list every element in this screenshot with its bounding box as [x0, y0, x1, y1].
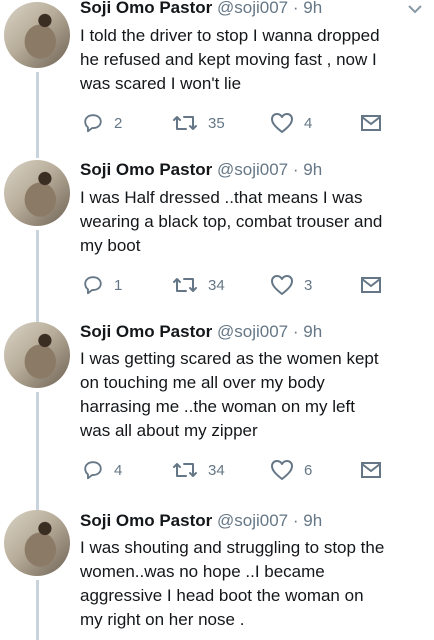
share-mail-icon	[361, 462, 381, 478]
reply-button[interactable]: 1	[82, 273, 122, 297]
retweet-icon	[173, 463, 197, 477]
tweet-text-line: I was Half dressed ..that means I was	[80, 188, 363, 207]
heart-icon	[271, 275, 293, 295]
avatar[interactable]	[4, 510, 70, 576]
tweet-text-line: was scared I won't lie	[80, 74, 242, 93]
tweet-text-line: I was getting scared as the women kept	[80, 349, 379, 368]
tweet-header: Soji Omo Pastor @soji007 · 9h	[80, 322, 322, 342]
thread-line	[36, 72, 39, 152]
tweet-text-line: my right on her nose .	[80, 610, 245, 629]
reply-button[interactable]: 2	[82, 111, 122, 135]
share-button[interactable]	[360, 458, 382, 482]
reply-icon	[84, 461, 102, 480]
reply-button[interactable]: 4	[82, 458, 122, 482]
thread-line	[36, 148, 39, 158]
tweet-text: I told the driver to stop I wanna droppe…	[80, 24, 425, 96]
tweet[interactable]: Soji Omo Pastor @soji007 · 9h I was Half…	[0, 148, 434, 322]
retweet-button[interactable]: 35	[172, 111, 225, 135]
tweet-text-line: aggressive I head boot the woman on	[80, 586, 364, 605]
tweet-text-line: I told the driver to stop I wanna droppe…	[80, 26, 380, 45]
retweet-count: 35	[208, 114, 225, 132]
timestamp[interactable]: · 9h	[293, 0, 322, 17]
thread-line	[36, 580, 39, 640]
share-button[interactable]	[360, 273, 382, 297]
reply-count: 4	[114, 461, 123, 479]
reply-count: 1	[114, 276, 123, 294]
tweet-header: Soji Omo Pastor @soji007 · 9h	[80, 160, 322, 180]
retweet-button[interactable]: 34	[172, 458, 225, 482]
tweet[interactable]: Soji Omo Pastor @soji007 · 9h I was shou…	[0, 510, 434, 640]
tweet-text-line: was all about my zipper	[80, 421, 258, 440]
retweet-button[interactable]: 34	[172, 273, 225, 297]
retweet-icon	[173, 278, 197, 292]
display-name[interactable]: Soji Omo Pastor	[80, 322, 212, 341]
timestamp[interactable]: · 9h	[293, 322, 322, 341]
retweet-icon	[173, 116, 197, 130]
tweet-text-line: my boot	[80, 236, 141, 255]
avatar[interactable]	[4, 322, 70, 388]
tweet-header: Soji Omo Pastor @soji007 · 9h	[80, 0, 322, 18]
reply-icon	[84, 276, 102, 295]
display-name[interactable]: Soji Omo Pastor	[80, 511, 212, 530]
tweet-text: I was Half dressed ..that means I was we…	[80, 186, 425, 258]
like-button[interactable]: 6	[270, 458, 312, 482]
tweet-text-line: he refused and kept moving fast , now I	[80, 50, 377, 69]
like-button[interactable]: 4	[270, 111, 312, 135]
username[interactable]: @soji007	[217, 0, 288, 17]
username[interactable]: @soji007	[217, 511, 288, 530]
timestamp[interactable]: · 9h	[293, 160, 322, 179]
tweet-text-line: harrasing me ..the woman on my left	[80, 397, 355, 416]
thread-line	[36, 230, 39, 322]
tweet-header: Soji Omo Pastor @soji007 · 9h	[80, 511, 322, 531]
retweet-count: 34	[208, 461, 225, 479]
reply-icon	[84, 114, 102, 133]
tweet-text: I was getting scared as the women kept o…	[80, 347, 425, 443]
display-name[interactable]: Soji Omo Pastor	[80, 160, 212, 179]
username[interactable]: @soji007	[217, 322, 288, 341]
like-count: 6	[304, 461, 313, 479]
tweet[interactable]: Soji Omo Pastor @soji007 · 9h I was gett…	[0, 322, 434, 510]
tweet-text: I was shouting and struggling to stop th…	[80, 536, 425, 632]
tweet[interactable]: Soji Omo Pastor @soji007 · 9h I told the…	[0, 0, 434, 152]
thread-line	[36, 392, 39, 510]
tweet-text-line: women..was no hope ..I became	[80, 562, 325, 581]
tweet-text-line: wearing a black top, combat trouser and	[80, 212, 383, 231]
share-button[interactable]	[360, 111, 382, 135]
avatar[interactable]	[4, 160, 70, 226]
like-count: 3	[304, 276, 313, 294]
username[interactable]: @soji007	[217, 160, 288, 179]
tweet-actions: 1 34 3	[80, 273, 400, 297]
like-button[interactable]: 3	[270, 273, 312, 297]
chevron-down-icon[interactable]	[408, 4, 422, 14]
retweet-count: 34	[208, 276, 225, 294]
heart-icon	[271, 460, 293, 480]
reply-count: 2	[114, 114, 123, 132]
tweet-actions: 4 34 6	[80, 458, 400, 482]
heart-icon	[271, 113, 293, 133]
display-name[interactable]: Soji Omo Pastor	[80, 0, 212, 17]
timestamp[interactable]: · 9h	[293, 511, 322, 530]
share-mail-icon	[361, 277, 381, 293]
tweet-text-line: I was shouting and struggling to stop th…	[80, 538, 385, 557]
tweet-actions: 2 35 4	[80, 111, 400, 135]
avatar[interactable]	[4, 2, 70, 68]
like-count: 4	[304, 114, 313, 132]
tweet-text-line: on touching me all over my body	[80, 373, 325, 392]
share-mail-icon	[361, 115, 381, 131]
